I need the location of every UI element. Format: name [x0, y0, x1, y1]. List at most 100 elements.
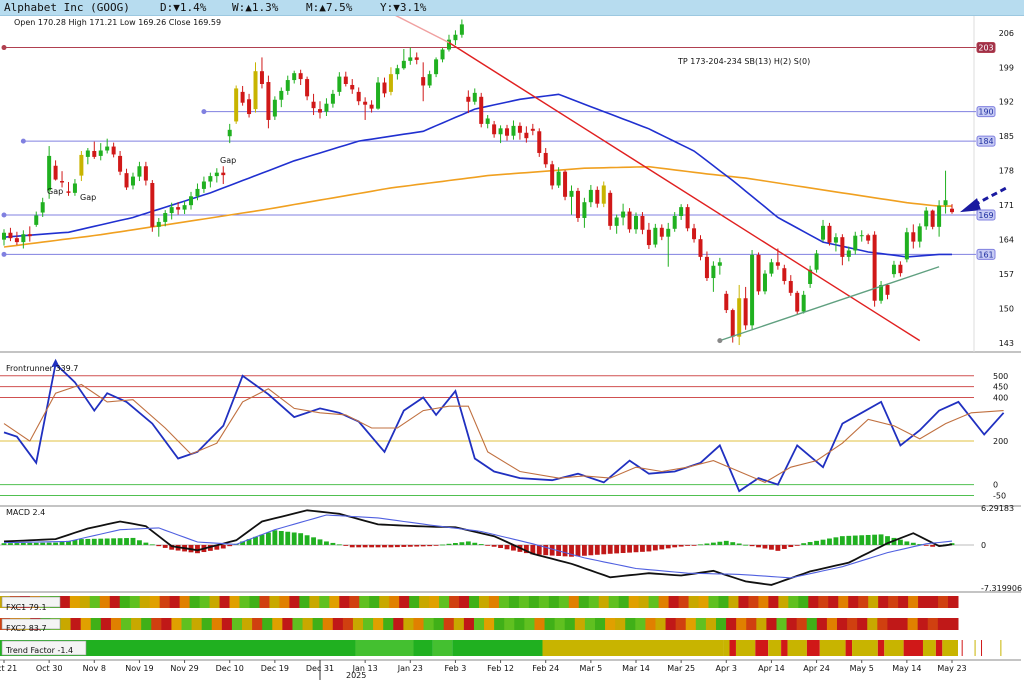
candle-body: [195, 188, 200, 197]
macd-bar: [730, 542, 736, 545]
trend-cell: [903, 640, 923, 656]
candle-body: [737, 298, 742, 337]
band-cell: [798, 596, 809, 608]
candle: [376, 77, 381, 110]
candle: [253, 62, 258, 113]
band-cell: [518, 596, 530, 608]
macd-label: MACD 2.4: [6, 508, 45, 517]
candle: [685, 204, 690, 232]
candle: [440, 48, 445, 63]
trend-cell: [819, 640, 846, 656]
candle: [505, 124, 510, 141]
target-price-label: TP 173-204-234 SB(13) H(2) S(0): [677, 57, 810, 66]
macd-bar: [304, 535, 310, 545]
macd-bar: [930, 544, 936, 547]
band-cell: [528, 596, 540, 608]
candle-body: [621, 211, 626, 218]
macd-bar: [736, 543, 742, 545]
candle: [911, 224, 916, 249]
x-tick-label: Feb 24: [532, 664, 559, 673]
trend-cell: [806, 640, 820, 656]
macd-bar: [349, 544, 355, 548]
band-cell: [897, 618, 909, 630]
band-cell: [449, 596, 460, 608]
band-cell: [139, 596, 151, 608]
candle: [517, 122, 522, 140]
band-cell: [90, 618, 102, 630]
macd-bar: [143, 542, 149, 545]
candle: [924, 207, 929, 230]
macd-bar: [620, 544, 626, 554]
candle-body: [859, 235, 864, 237]
trend-anchor: [717, 338, 723, 344]
macd-bar: [614, 544, 620, 554]
macd-bar: [440, 544, 445, 546]
band-cell: [262, 618, 273, 630]
candle: [833, 233, 838, 252]
x-tick-label: May 23: [937, 664, 966, 673]
candle-body: [795, 292, 800, 312]
macd-bar: [407, 544, 413, 547]
macd-bar: [382, 544, 387, 548]
candle: [137, 161, 142, 182]
candle-body: [866, 235, 871, 241]
macd-bar: [827, 538, 832, 545]
candle-body: [530, 128, 535, 131]
trend-cell: [974, 640, 976, 656]
candle-body: [950, 208, 954, 213]
candle-body: [259, 71, 264, 84]
candle: [156, 217, 161, 237]
candle-body: [350, 84, 355, 90]
candle-body: [505, 128, 510, 136]
band-cell: [199, 596, 211, 608]
candle: [14, 231, 19, 246]
band-cell: [201, 618, 213, 630]
candle: [414, 52, 419, 65]
candle-body: [143, 166, 148, 181]
band-cell: [796, 618, 808, 630]
band-cell: [60, 618, 72, 630]
macd-tick: 0: [981, 541, 986, 550]
candle-body: [66, 191, 71, 193]
macd-bar: [801, 543, 807, 545]
band-cell: [756, 618, 767, 630]
candle: [485, 115, 490, 129]
band-cell: [100, 618, 112, 630]
macd-bar: [130, 537, 136, 545]
candle: [79, 150, 84, 182]
band-cell: [695, 618, 707, 630]
candle: [659, 224, 664, 241]
candle: [840, 234, 845, 266]
band-cell: [359, 596, 370, 608]
macd-bar: [504, 544, 510, 550]
band-cell: [429, 596, 440, 608]
candle-body: [595, 189, 600, 204]
band-cell: [705, 618, 717, 630]
band-cell: [768, 596, 779, 608]
candle: [234, 85, 239, 124]
band-cell: [439, 596, 450, 608]
candle-body: [640, 216, 645, 230]
band-cell: [574, 618, 586, 630]
x-tick-label: May 5: [850, 664, 874, 673]
candle: [891, 260, 896, 278]
band-cell: [473, 618, 485, 630]
band-cell: [494, 618, 505, 630]
macd-bar: [388, 544, 394, 548]
level-anchor-184: [20, 138, 26, 144]
candle-body: [846, 250, 851, 257]
candle-body: [421, 77, 426, 86]
band-cell: [638, 596, 650, 608]
band-cell: [564, 618, 576, 630]
y-tick-157: 157: [999, 270, 1014, 279]
macd-bar: [659, 544, 665, 550]
candle: [92, 141, 97, 159]
band-cell: [459, 596, 470, 608]
macd-bar: [446, 543, 452, 545]
macd-bar: [878, 534, 884, 545]
macd-bar: [53, 542, 59, 545]
candle: [272, 96, 277, 120]
level-anchor-190: [201, 109, 207, 115]
date-axis: Oct 21 Oct 30 Nov 8 Nov 19 Nov 29 Dec 10 Dec 1…: [0, 659, 1021, 680]
band-cell: [847, 618, 858, 630]
